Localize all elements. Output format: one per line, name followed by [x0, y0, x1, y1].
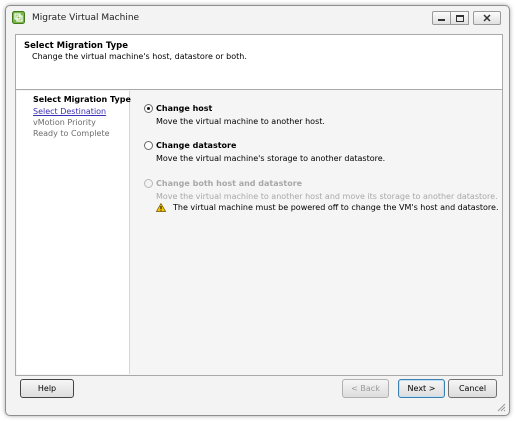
help-button[interactable]: Help [20, 379, 74, 398]
option-label[interactable]: Change host [156, 104, 212, 113]
option-label[interactable]: Change datastore [156, 141, 236, 150]
step-select-migration-type: Select Migration Type [33, 95, 131, 104]
wizard-header: Select Migration Type Change the virtual… [15, 34, 503, 90]
step-select-destination[interactable]: Select Destination [33, 107, 106, 116]
maximize-button[interactable] [450, 11, 469, 25]
option-description: Move the virtual machine to another host… [156, 117, 325, 126]
minimize-button[interactable] [432, 11, 451, 25]
close-button[interactable] [473, 11, 501, 25]
step-list: Select Migration Type Select Destination… [17, 91, 131, 374]
options-panel: Change host Move the virtual machine to … [130, 90, 502, 376]
wizard-body: Select Migration Type Select Destination… [15, 90, 503, 376]
radio-change-both [144, 179, 153, 188]
back-button: < Back [342, 379, 389, 398]
title-bar[interactable]: Migrate Virtual Machine [6, 6, 509, 28]
radio-change-datastore[interactable] [144, 141, 153, 150]
minimize-icon [438, 19, 445, 21]
page-title: Select Migration Type [24, 41, 129, 51]
vsphere-app-icon [12, 11, 25, 24]
option-description: Move the virtual machine's storage to an… [156, 154, 386, 163]
warning-text: The virtual machine must be powered off … [173, 203, 499, 212]
option-label: Change both host and datastore [156, 179, 303, 188]
step-ready-to-complete: Ready to Complete [33, 129, 110, 138]
step-vmotion-priority: vMotion Priority [33, 118, 96, 127]
cancel-button[interactable]: Cancel [448, 379, 497, 398]
page-subtitle: Change the virtual machine's host, datas… [32, 52, 247, 61]
warning-icon [156, 203, 166, 212]
maximize-icon [455, 14, 464, 22]
next-button[interactable]: Next > [398, 379, 445, 398]
window-title: Migrate Virtual Machine [32, 13, 140, 23]
option-description: Move the virtual machine to another host… [156, 192, 498, 201]
radio-change-host[interactable] [144, 104, 153, 113]
close-icon [483, 14, 491, 22]
resize-grip-icon[interactable] [496, 402, 506, 412]
migrate-vm-window: Migrate Virtual Machine Select Migration… [5, 5, 510, 416]
